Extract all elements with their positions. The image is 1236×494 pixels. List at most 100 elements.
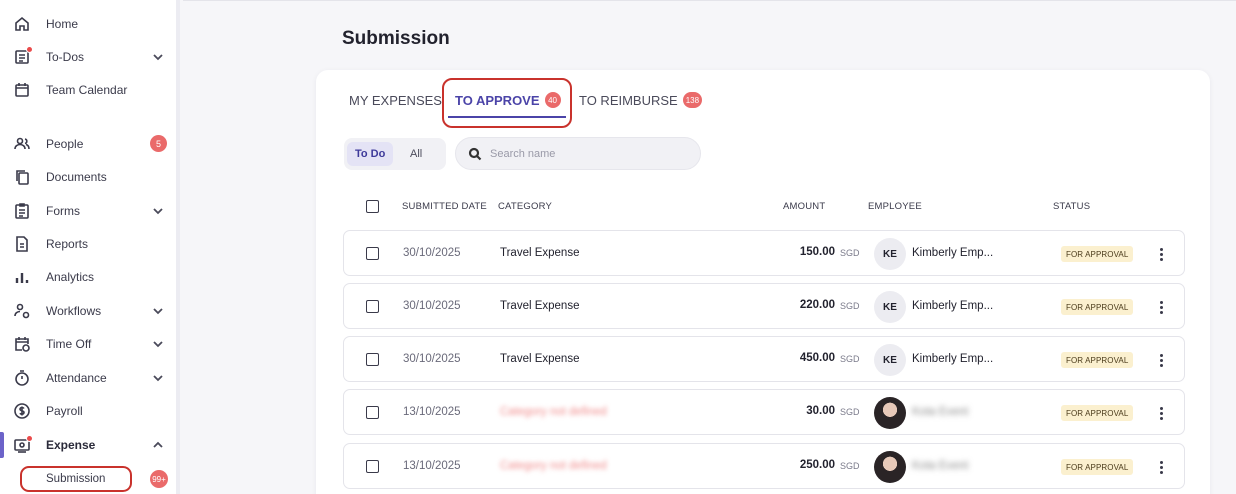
documents-icon [13, 168, 31, 186]
sidebar-subitem-submission[interactable]: Submission [20, 466, 132, 492]
more-options-icon[interactable] [1152, 298, 1170, 316]
column-header-amount[interactable]: AMOUNT [783, 201, 825, 212]
search-icon [468, 147, 482, 161]
column-header-submitted-date[interactable]: SUBMITTED DATE [402, 201, 487, 212]
status-badge: FOR APPROVAL [1061, 405, 1134, 421]
sidebar-item-expense[interactable]: Expense [0, 430, 176, 460]
sidebar-item-label: To-Dos [46, 50, 85, 64]
column-header-employee[interactable]: EMPLOYEE [868, 201, 922, 212]
sidebar-item-label: Expense [46, 438, 96, 452]
category: Travel Expense [500, 247, 580, 259]
table-row[interactable]: 13/10/2025 Category not defined 30.00 SG… [343, 389, 1185, 435]
sidebar-item-label: Team Calendar [46, 83, 128, 97]
filter-all-button[interactable]: All [402, 142, 430, 166]
currency: SGD [840, 301, 860, 311]
row-checkbox[interactable] [366, 406, 379, 419]
category: Category not defined [500, 406, 607, 418]
chevron-up-icon[interactable] [150, 437, 166, 453]
people-count-badge: 5 [150, 135, 167, 152]
more-options-icon[interactable] [1152, 458, 1170, 476]
employee-name: Kota Event [912, 460, 969, 472]
tab-to-reimburse[interactable]: TO REIMBURSE 138 [579, 90, 703, 110]
status-filter-toggle: To Do All [344, 138, 446, 170]
sidebar-item-label: Time Off [46, 337, 92, 351]
tab-my-expenses[interactable]: MY EXPENSES [349, 90, 442, 110]
currency: SGD [840, 354, 860, 364]
filter-todo-button[interactable]: To Do [347, 142, 394, 166]
sidebar-item-label: Attendance [46, 371, 107, 385]
more-options-icon[interactable] [1152, 351, 1170, 369]
sidebar-item-label: Forms [46, 204, 80, 218]
currency: SGD [840, 407, 860, 417]
sidebar-item-label: Workflows [46, 304, 102, 318]
expense-card: MY EXPENSES TO APPROVE 40 TO REIMBURSE 1… [316, 70, 1210, 494]
forms-icon [13, 202, 31, 220]
select-all-checkbox[interactable] [366, 200, 379, 213]
sidebar-item-payroll[interactable]: Payroll [0, 396, 176, 426]
table-row[interactable]: 13/10/2025 Category not defined 250.00 S… [343, 443, 1185, 489]
time-off-icon [13, 335, 31, 353]
sidebar-item-workflows[interactable]: Workflows [0, 296, 176, 326]
table-row[interactable]: 30/10/2025 Travel Expense 150.00 SGD KE … [343, 230, 1185, 276]
chevron-down-icon[interactable] [150, 370, 166, 386]
highlight-outline [442, 78, 572, 128]
people-icon [13, 135, 31, 153]
row-checkbox[interactable] [366, 300, 379, 313]
sidebar-item-documents[interactable]: Documents [0, 162, 176, 192]
amount: 150.00 [799, 246, 835, 258]
sidebar-item-forms[interactable]: Forms [0, 196, 176, 226]
more-options-icon[interactable] [1152, 245, 1170, 263]
reports-icon [13, 235, 31, 253]
chevron-down-icon[interactable] [150, 303, 166, 319]
sidebar-subitem-label: Submission [46, 473, 106, 485]
more-options-icon[interactable] [1152, 404, 1170, 422]
avatar [874, 397, 906, 429]
table-row[interactable]: 30/10/2025 Travel Expense 450.00 SGD KE … [343, 336, 1185, 382]
notification-dot [26, 435, 33, 442]
submitted-date: 30/10/2025 [403, 353, 461, 365]
column-header-status[interactable]: STATUS [1053, 201, 1090, 212]
table-row[interactable]: 30/10/2025 Travel Expense 220.00 SGD KE … [343, 283, 1185, 329]
status-badge: FOR APPROVAL [1061, 299, 1134, 315]
tab-count-badge: 138 [682, 92, 703, 108]
top-divider [183, 0, 1236, 1]
notification-dot [26, 46, 33, 53]
avatar: KE [874, 344, 906, 376]
column-header-category[interactable]: CATEGORY [498, 201, 552, 212]
sidebar-item-label: Analytics [46, 270, 95, 284]
submission-count-badge: 99+ [150, 470, 168, 488]
page-title: Submission [342, 28, 450, 49]
search-input[interactable] [490, 144, 690, 164]
sidebar-item-todos[interactable]: To-Dos [0, 42, 176, 72]
currency: SGD [840, 248, 860, 258]
category: Travel Expense [500, 300, 580, 312]
submitted-date: 13/10/2025 [403, 406, 461, 418]
avatar [874, 451, 906, 483]
sidebar-item-label: Payroll [46, 404, 83, 418]
chevron-down-icon[interactable] [150, 336, 166, 352]
tab-label: MY EXPENSES [349, 92, 442, 108]
amount: 220.00 [799, 299, 835, 311]
sidebar-item-time-off[interactable]: Time Off [0, 329, 176, 359]
sidebar-item-reports[interactable]: Reports [0, 229, 176, 259]
sidebar-item-label: Documents [46, 170, 107, 184]
stopwatch-icon [13, 369, 31, 387]
sidebar-item-label: Home [46, 17, 79, 31]
chevron-down-icon[interactable] [150, 49, 166, 65]
sidebar-item-analytics[interactable]: Analytics [0, 262, 176, 292]
sidebar-item-people[interactable]: People 5 [0, 129, 176, 159]
row-checkbox[interactable] [366, 247, 379, 260]
employee-name: Kimberly Emp... [912, 247, 994, 259]
submitted-date: 30/10/2025 [403, 247, 461, 259]
chevron-down-icon[interactable] [150, 203, 166, 219]
sidebar-item-team-calendar[interactable]: Team Calendar [0, 75, 176, 105]
submitted-date: 13/10/2025 [403, 460, 461, 472]
sidebar-item-home[interactable]: Home [0, 9, 176, 39]
sidebar-item-attendance[interactable]: Attendance [0, 363, 176, 393]
employee-name: Kota Event [912, 406, 969, 418]
row-checkbox[interactable] [366, 460, 379, 473]
category: Travel Expense [500, 353, 580, 365]
row-checkbox[interactable] [366, 353, 379, 366]
sidebar: Home To-Dos Team Calendar People 5 Docum… [0, 0, 180, 494]
status-badge: FOR APPROVAL [1061, 459, 1134, 475]
